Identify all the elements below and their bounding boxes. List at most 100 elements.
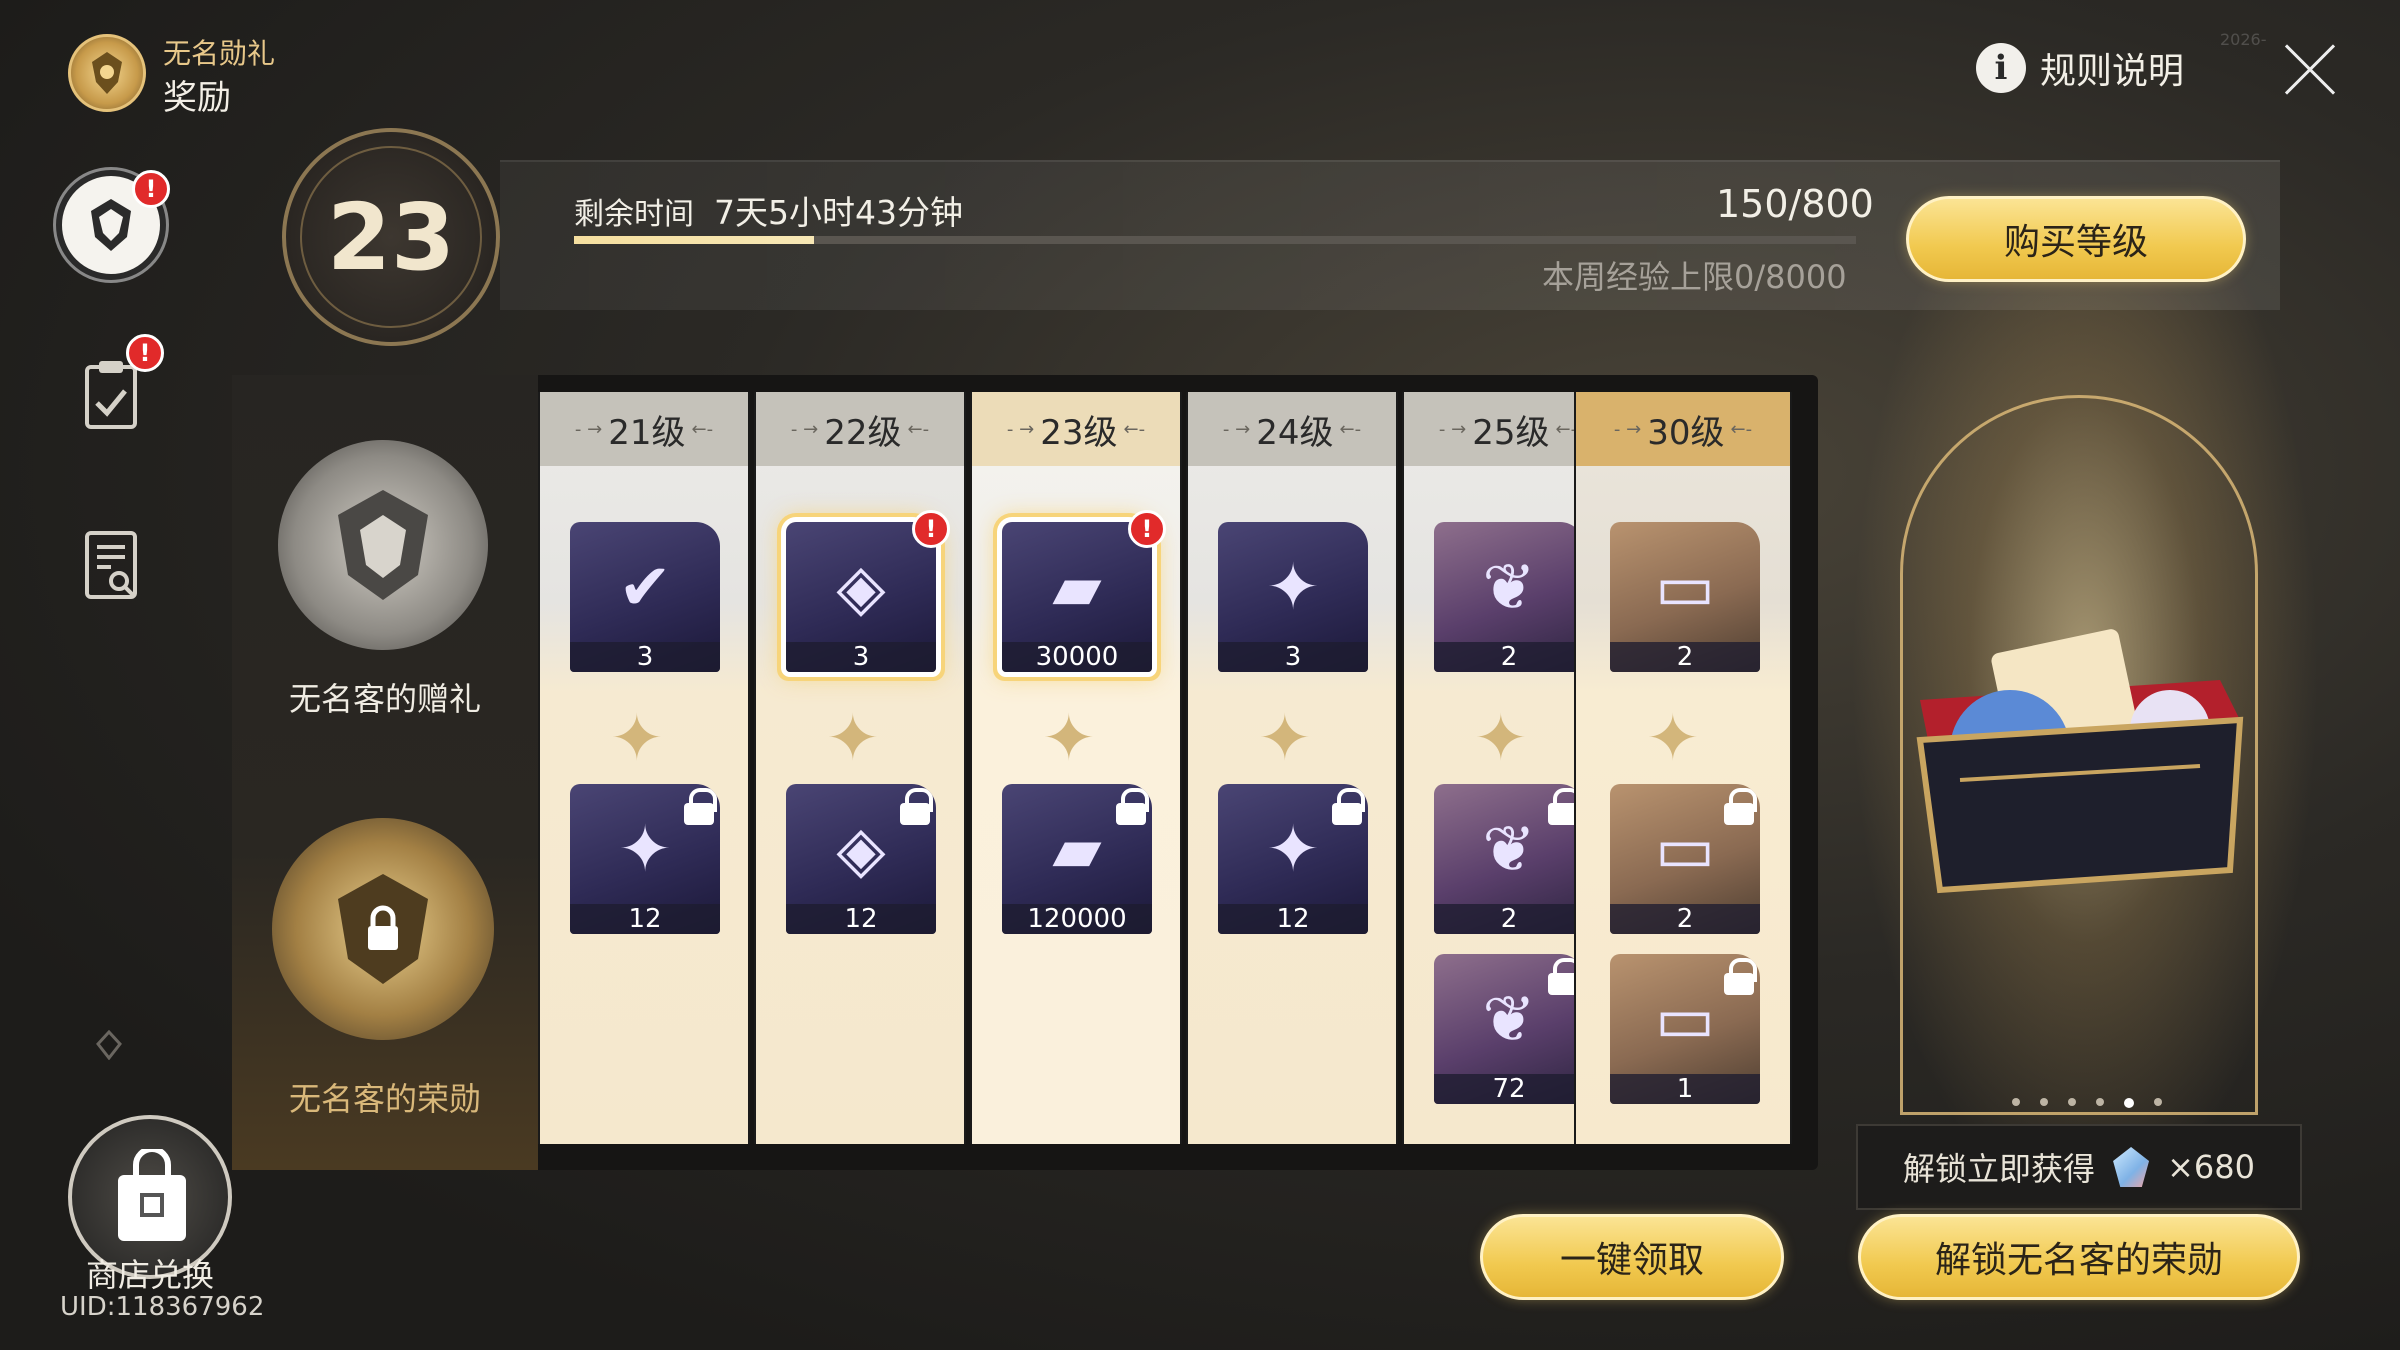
stellar-jade-icon (2113, 1147, 2150, 1187)
level-column: 23级 ✦ ▰ 30000! ▰ 120000 (970, 392, 1182, 1144)
claim-all-button[interactable]: 一键领取 (1480, 1214, 1784, 1300)
reward-quantity: 3 (786, 642, 936, 672)
nameless-emblem-icon (91, 199, 131, 251)
tier-divider-star-icon: ✦ (610, 702, 664, 776)
reward-item-icon: ◈ (836, 551, 886, 625)
carousel-dots[interactable] (2012, 1098, 2162, 1108)
alert-badge: ! (126, 334, 164, 372)
remaining-value: 7天5小时43分钟 (714, 193, 963, 232)
reward-quantity: 1 (1610, 1074, 1760, 1104)
weekly-exp-cap: 本周经验上限0/8000 (1542, 258, 1847, 296)
shopping-bag-icon (118, 1149, 186, 1241)
reward-item-icon: ◈ (836, 813, 886, 887)
level-column: 24级✦✦3✦12 (1186, 392, 1398, 1144)
unlock-tip-label: 解锁立即获得 (1903, 1150, 2096, 1188)
paid-reward-item[interactable]: ❦ 72 (1434, 954, 1584, 1104)
unlock-honor-button[interactable]: 解锁无名客的荣勋 (1858, 1214, 2300, 1300)
treasure-chest-icon (1916, 629, 2244, 894)
lock-icon (1330, 788, 1365, 826)
level-column: 22级✦◈3!◈12 (754, 392, 966, 1144)
reward-quantity: 2 (1434, 642, 1584, 672)
free-reward-item[interactable]: ✦ 3 (1218, 522, 1368, 672)
paid-tier-label: 无名客的荣勋 (288, 1080, 481, 1118)
paid-reward-item[interactable]: ▰ 120000 (1002, 784, 1152, 934)
reward-item-icon: ▭ (1654, 551, 1716, 625)
close-icon[interactable] (2280, 40, 2340, 100)
level-column-header: 22级 (756, 392, 964, 466)
nav-rewards-button[interactable]: ! (56, 170, 170, 280)
reward-quantity: 12 (1218, 904, 1368, 934)
exp-progress-bar (574, 236, 1856, 244)
paid-tier-emblem-icon (272, 818, 494, 1040)
reward-item-icon: ✦ (1266, 551, 1320, 625)
claimed-check-icon: ✔ (618, 551, 672, 625)
paid-reward-item[interactable]: ▭ 2 (1610, 784, 1760, 934)
level-column-header: 30级 (1576, 392, 1790, 466)
reward-item-icon: ✦ (618, 813, 672, 887)
reward-item-icon: ▭ (1654, 983, 1716, 1057)
tier-divider-star-icon: ✦ (1042, 702, 1096, 776)
exp-count: 150/800 (1716, 182, 1874, 226)
free-reward-item[interactable]: ◈ 3 (786, 522, 936, 672)
paid-reward-item[interactable]: ❦ 2 (1434, 784, 1584, 934)
reward-item-icon: ▭ (1654, 813, 1716, 887)
paid-reward-item[interactable]: ✦ 12 (1218, 784, 1368, 934)
lock-icon (1722, 788, 1757, 826)
unlock-tip-amount: ×680 (2167, 1148, 2255, 1186)
reward-item-icon: ▰ (1052, 551, 1102, 625)
rules-label: 规则说明 (2040, 51, 2185, 92)
reward-item-icon: ❦ (1482, 983, 1536, 1057)
free-reward-item[interactable]: ▭ 2 (1610, 522, 1760, 672)
reward-quantity: 120000 (1002, 904, 1152, 934)
tier-divider-star-icon: ✦ (826, 702, 880, 776)
free-tier-label: 无名客的赠礼 (288, 680, 481, 718)
lock-icon (1722, 958, 1757, 996)
nav-records-button[interactable] (56, 510, 166, 620)
level-column: 30级✦▭2▭2▭1 (1574, 392, 1792, 1144)
reward-quantity: 72 (1434, 1074, 1584, 1104)
reward-quantity: 2 (1610, 642, 1760, 672)
reward-quantity: 2 (1434, 904, 1584, 934)
header-title: 奖励 (163, 78, 231, 118)
shop-label: 商店兑换 (86, 1256, 215, 1294)
reward-quantity: 2 (1610, 904, 1760, 934)
buy-level-button[interactable]: 购买等级 (1906, 196, 2246, 282)
lock-icon (1114, 788, 1149, 826)
free-reward-item[interactable]: ❦ 2 (1434, 522, 1584, 672)
free-reward-item[interactable]: ▰ 30000 (1002, 522, 1152, 672)
reward-quantity: 12 (570, 904, 720, 934)
timestamp-watermark: 2026- (2220, 30, 2267, 49)
alert-badge: ! (912, 510, 950, 548)
free-tier-emblem-icon (278, 440, 488, 650)
paid-reward-item[interactable]: ▭ 1 (1610, 954, 1760, 1104)
rules-button[interactable]: i 规则说明 (1976, 42, 2184, 94)
header-small-title: 无名勋礼 (163, 37, 276, 70)
tier-divider-star-icon: ✦ (1646, 702, 1700, 776)
clipboard-check-icon (85, 361, 137, 429)
remaining-time: 剩余时间 7天5小时43分钟 (574, 186, 963, 234)
nav-missions-button[interactable]: ! (56, 334, 166, 450)
unlock-reward-tip: 解锁立即获得 ×680 (1856, 1124, 2302, 1210)
paid-reward-item[interactable]: ◈ 12 (786, 784, 936, 934)
lock-icon (682, 788, 717, 826)
alert-badge: ! (132, 170, 170, 208)
reward-item-icon: ▰ (1052, 813, 1102, 887)
path-marker-icon (96, 1030, 122, 1060)
reward-item-icon: ❦ (1482, 551, 1536, 625)
level-column-header: 23级 (972, 392, 1180, 466)
reward-item-icon: ✦ (1266, 813, 1320, 887)
alert-badge: ! (1128, 510, 1166, 548)
reward-quantity: 3 (1218, 642, 1368, 672)
paid-reward-item[interactable]: ✦ 12 (570, 784, 720, 934)
uid-text: UID:118367962 (60, 1292, 265, 1322)
info-icon: i (1976, 43, 2026, 93)
level-ring: 23 (282, 128, 500, 346)
exp-progress-fill (574, 236, 815, 244)
level-column-header: 21级 (540, 392, 748, 466)
lock-icon (898, 788, 933, 826)
level-column-header: 24级 (1188, 392, 1396, 466)
remaining-label: 剩余时间 (574, 197, 694, 232)
nameless-honor-logo-icon (68, 34, 146, 112)
reward-quantity: 30000 (1002, 642, 1152, 672)
free-reward-item[interactable]: ✔ 3 (570, 522, 720, 672)
